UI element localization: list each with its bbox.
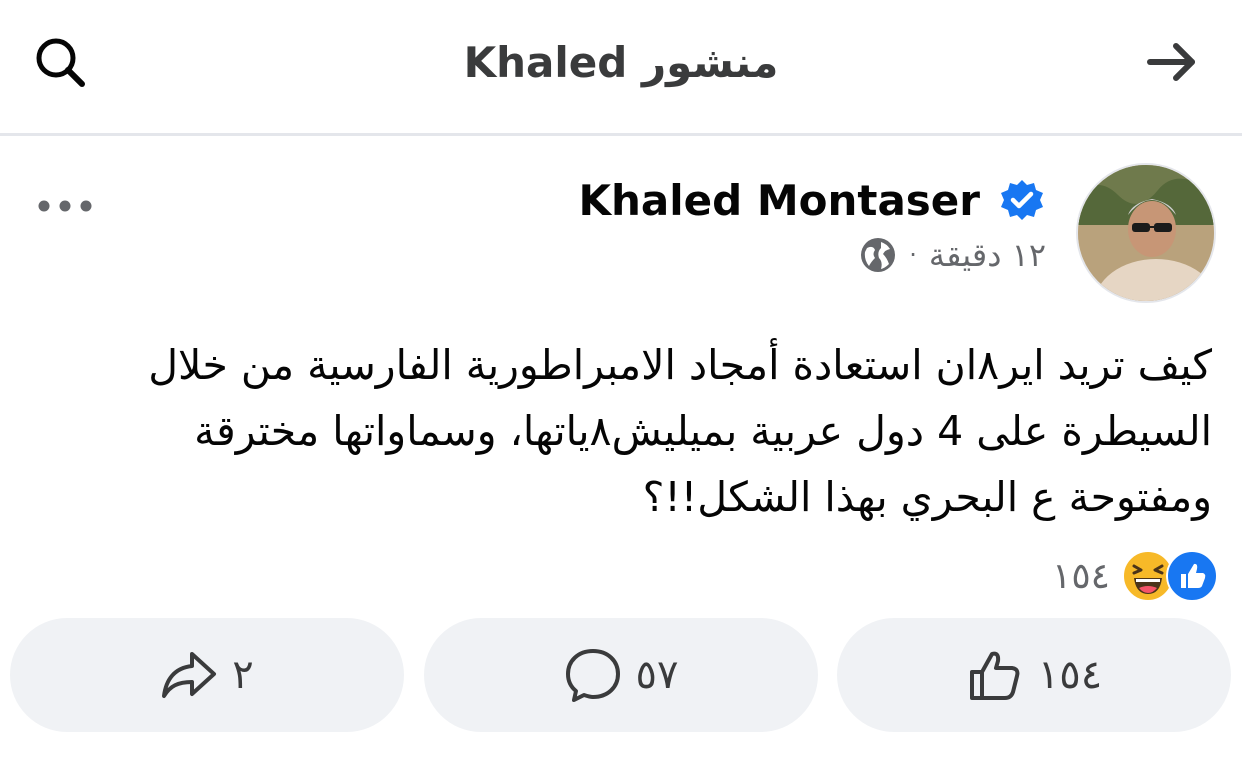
- verified-badge-icon: [1001, 180, 1043, 220]
- reaction-count: ١٥٤: [1051, 555, 1110, 597]
- more-dots-icon: [38, 200, 92, 212]
- comment-bubble-icon: [565, 649, 620, 702]
- author-row: Khaled Montaser: [578, 172, 1046, 228]
- more-options-button[interactable]: [30, 186, 100, 226]
- arrow-right-icon: [1147, 43, 1195, 81]
- share-button[interactable]: ٢: [10, 618, 404, 732]
- like-count: ١٥٤: [1037, 652, 1103, 698]
- share-arrow-icon: [162, 652, 217, 698]
- comment-count: ٥٧: [635, 652, 679, 698]
- page-title: منشور Khaled: [463, 38, 779, 87]
- meta-separator: ·: [909, 241, 917, 269]
- post-text: كيف تريد اير٨ان استعادة أمجاد الامبراطور…: [148, 341, 1212, 521]
- globe-icon[interactable]: [859, 236, 897, 274]
- post-time[interactable]: ١٢ دقيقة: [929, 236, 1046, 274]
- top-bar: منشور Khaled: [0, 0, 1242, 136]
- author-name[interactable]: Khaled Montaser: [578, 176, 980, 225]
- share-count: ٢: [232, 652, 254, 698]
- like-button[interactable]: ١٥٤: [837, 618, 1231, 732]
- post-meta: ١٢ دقيقة ·: [859, 232, 1046, 278]
- like-reaction-icon: [1166, 550, 1218, 602]
- back-button[interactable]: [1140, 30, 1204, 94]
- thumbs-up-icon: [969, 651, 1020, 700]
- reactions-summary[interactable]: ١٥٤: [1052, 548, 1218, 604]
- comment-button[interactable]: ٥٧: [424, 618, 818, 732]
- avatar[interactable]: [1076, 163, 1216, 303]
